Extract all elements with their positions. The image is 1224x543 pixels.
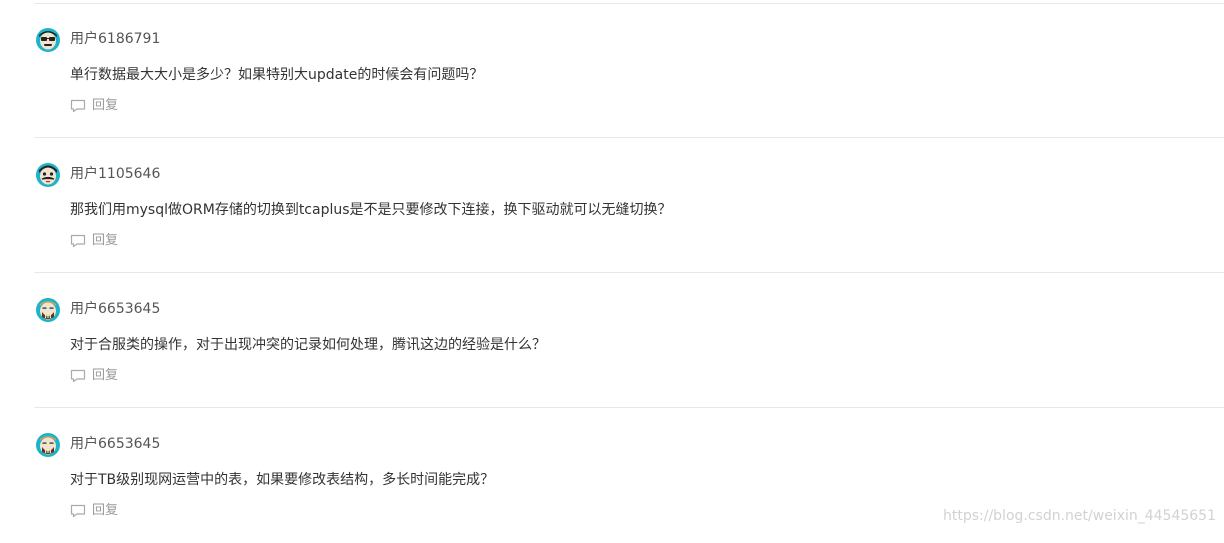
username[interactable]: 用户6653645 xyxy=(70,300,160,318)
comment-bubble-icon xyxy=(70,504,86,518)
comment-text: 对于合服类的操作，对于出现冲突的记录如何处理，腾讯这边的经验是什么？ xyxy=(70,337,546,353)
reply-button[interactable]: 回复 xyxy=(70,367,118,385)
comment-bubble-icon xyxy=(70,234,86,248)
reply-label: 回复 xyxy=(92,503,119,518)
comment-text: 对于TB级别现网运营中的表，如果要修改表结构，多长时间能完成？ xyxy=(70,472,495,488)
avatar[interactable] xyxy=(36,28,60,52)
avatar[interactable] xyxy=(36,163,60,187)
comment-bubble-icon xyxy=(70,369,86,383)
reply-button[interactable]: 回复 xyxy=(70,502,118,520)
username[interactable]: 用户6653645 xyxy=(70,435,160,453)
reply-button[interactable]: 回复 xyxy=(70,232,118,250)
username[interactable]: 用户1105646 xyxy=(70,165,160,183)
avatar[interactable] xyxy=(36,433,60,457)
username[interactable]: 用户6186791 xyxy=(70,30,160,48)
comment-text: 单行数据最大大小是多少？如果特别大update的时候会有问题吗？ xyxy=(70,67,484,83)
comment-text: 那我们用mysql做ORM存储的切换到tcaplus是不是只要修改下连接，换下驱… xyxy=(70,202,672,218)
reply-label: 回复 xyxy=(92,368,119,383)
comment-item: 用户1105646 那我们用mysql做ORM存储的切换到tcaplus是不是只… xyxy=(0,138,1224,273)
comment-bubble-icon xyxy=(70,99,86,113)
reply-button[interactable]: 回复 xyxy=(70,97,118,115)
comment-item: 用户6653645 对于合服类的操作，对于出现冲突的记录如何处理，腾讯这边的经验… xyxy=(0,273,1224,408)
comment-item: 用户6186791 单行数据最大大小是多少？如果特别大update的时候会有问题… xyxy=(0,3,1224,138)
reply-label: 回复 xyxy=(92,233,119,248)
avatar[interactable] xyxy=(36,298,60,322)
watermark: https://blog.csdn.net/weixin_44545651 xyxy=(942,508,1216,524)
reply-label: 回复 xyxy=(92,98,119,113)
